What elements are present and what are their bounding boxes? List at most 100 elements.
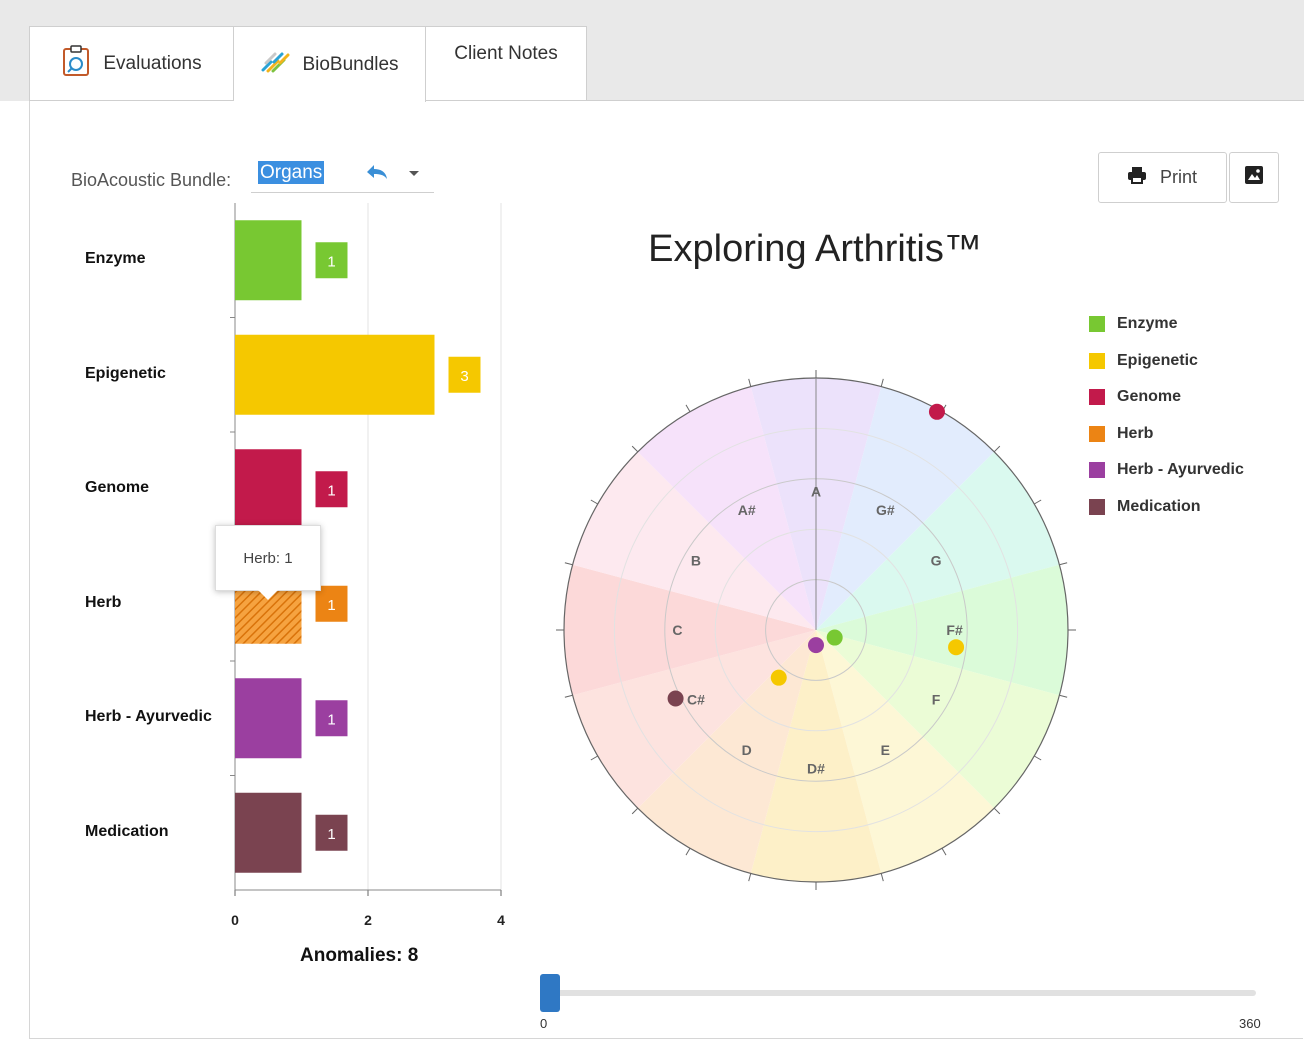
bar-enzyme[interactable] (235, 220, 302, 301)
print-button[interactable]: Print (1098, 152, 1227, 203)
bar-value-label: 1 (327, 826, 335, 843)
sector-label: G# (876, 502, 895, 518)
polar-tick (564, 562, 573, 566)
sector-label: B (691, 553, 701, 569)
legend-item[interactable]: Enzyme (1089, 306, 1244, 343)
bar-value-label: 3 (460, 368, 468, 385)
bar-epigenetic[interactable] (235, 334, 435, 415)
legend-item[interactable]: Epigenetic (1089, 343, 1244, 380)
polar-scatter-chart: A G# G F# F E D# D C# C B A# (556, 370, 1076, 890)
tab-label: Evaluations (103, 52, 202, 74)
bar-category-label: Epigenetic (85, 364, 166, 382)
printer-icon (1127, 166, 1146, 189)
legend-item[interactable]: Genome (1089, 379, 1244, 416)
polar-tick (993, 445, 1001, 453)
bar-value-label: 1 (327, 597, 335, 614)
bar-value-label: 1 (327, 253, 335, 270)
legend-label: Herb - Ayurvedic (1117, 461, 1244, 479)
image-icon (1244, 165, 1264, 190)
tab-label: Client Notes (454, 43, 558, 64)
tab-strip: Evaluations BioBundles Client Notes (29, 26, 587, 102)
tab-biobundles[interactable]: BioBundles (234, 26, 426, 102)
tab-evaluations[interactable]: Evaluations (29, 26, 234, 101)
image-button[interactable] (1229, 152, 1279, 203)
biobundles-icon (260, 51, 290, 79)
polar-point-medication[interactable] (667, 690, 684, 707)
magnifier-clipboard-icon (61, 44, 91, 83)
legend-item[interactable]: Herb (1089, 416, 1244, 453)
sector-label: A# (738, 502, 756, 518)
x-tick-label: 4 (497, 912, 505, 928)
polar-tick (880, 378, 884, 387)
x-tick-label: 0 (231, 912, 239, 928)
polar-point-enzyme[interactable] (826, 629, 843, 646)
bar-genome[interactable] (235, 449, 302, 530)
polar-tick (941, 847, 947, 856)
legend-swatch (1089, 352, 1105, 369)
bar-value-label: 1 (327, 482, 335, 499)
x-tick-label: 2 (364, 912, 372, 928)
legend-swatch (1089, 389, 1105, 406)
polar-tick (631, 445, 639, 453)
sector-label: G (931, 553, 942, 569)
sector-label: F (932, 691, 941, 707)
polar-tick (564, 694, 573, 698)
polar-tick (631, 807, 639, 815)
polar-tick (685, 847, 691, 856)
bar-value-label: 1 (327, 711, 335, 728)
legend-swatch (1089, 498, 1105, 515)
bundle-dropdown[interactable]: Organs (251, 158, 434, 193)
slider-min-label: 0 (540, 1016, 548, 1031)
polar-tick (590, 755, 599, 761)
sector-label: C (672, 622, 682, 638)
rotation-slider-track[interactable] (549, 990, 1256, 996)
bundle-value[interactable]: Organs (258, 161, 325, 184)
polar-point-genome[interactable] (928, 403, 945, 420)
bar-category-label: Genome (85, 479, 150, 497)
polar-tick (748, 378, 752, 387)
legend-swatch (1089, 316, 1105, 333)
sector-label: F# (946, 622, 963, 638)
polar-tick (590, 499, 599, 505)
bar-medication[interactable] (235, 792, 302, 873)
polar-tick (685, 404, 691, 413)
polar-tick (880, 873, 884, 882)
polar-point-herb-ayurvedic[interactable] (808, 637, 824, 654)
bar-tooltip: Herb: 1 (215, 525, 321, 600)
polar-legend: Enzyme Epigenetic Genome Herb Herb - Ayurved… (1089, 306, 1244, 525)
legend-label: Enzyme (1117, 315, 1178, 333)
legend-label: Genome (1117, 388, 1182, 406)
polar-tick (1059, 694, 1068, 698)
sector-label: D# (807, 761, 825, 777)
sector-label: D (742, 742, 752, 758)
polar-tick (1059, 562, 1068, 566)
polar-point-epigenetic[interactable] (948, 639, 965, 656)
polar-tick (1033, 499, 1042, 505)
polar-point-epigenetic[interactable] (770, 669, 787, 686)
bar-category-label: Herb - Ayurvedic (85, 708, 212, 726)
sector-label: A (811, 483, 821, 499)
legend-item[interactable]: Herb - Ayurvedic (1089, 452, 1244, 489)
sector-label: E (881, 742, 890, 758)
undo-icon[interactable] (364, 162, 390, 189)
bundle-label: BioAcoustic Bundle: (71, 170, 232, 190)
slider-max-label: 360 (1239, 1016, 1261, 1031)
print-label: Print (1159, 167, 1197, 187)
rotation-slider-handle[interactable] (540, 974, 560, 1012)
legend-label: Medication (1117, 497, 1201, 515)
legend-label: Herb (1117, 424, 1154, 442)
tab-label: BioBundles (302, 53, 399, 75)
chevron-down-icon[interactable] (409, 171, 419, 176)
anomalies-total: Anomalies: 8 (300, 945, 419, 966)
polar-tick (1033, 755, 1042, 761)
bar-category-label: Enzyme (85, 250, 146, 268)
tab-client-notes[interactable]: Client Notes (426, 26, 587, 101)
legend-item[interactable]: Medication (1089, 489, 1244, 526)
legend-swatch (1089, 462, 1105, 479)
bar-herb-ayurvedic[interactable] (235, 678, 302, 759)
sector-label: C# (687, 691, 705, 707)
polar-chart-title: Exploring Arthritis™ (648, 228, 982, 270)
polar-tick (748, 873, 752, 882)
polar-tick (993, 807, 1001, 815)
legend-label: Epigenetic (1117, 351, 1198, 369)
